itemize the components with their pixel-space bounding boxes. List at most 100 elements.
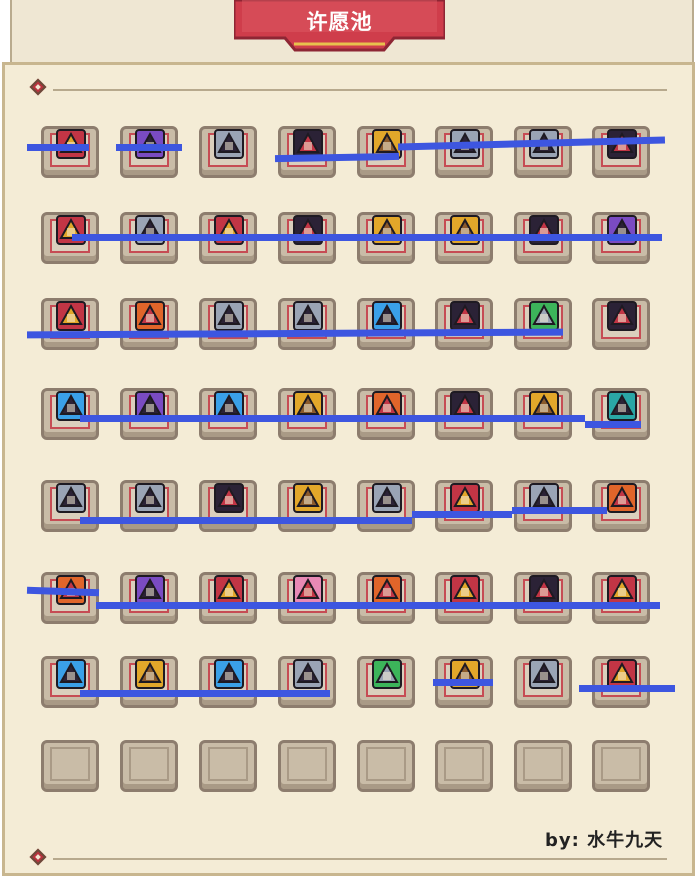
empty-item-slot[interactable] [357, 740, 415, 792]
item-grid [0, 0, 697, 878]
fire-crescent-icon [597, 473, 647, 523]
item-slot[interactable] [357, 388, 415, 440]
item-slot[interactable] [199, 388, 257, 440]
item-slot[interactable] [592, 480, 650, 532]
item-slot[interactable] [592, 656, 650, 708]
item-slot[interactable] [435, 126, 493, 178]
item-slot[interactable] [41, 388, 99, 440]
item-slot[interactable] [435, 298, 493, 350]
blue-crossbow-icon [362, 473, 412, 523]
empty-item-slot[interactable] [120, 740, 178, 792]
item-slot[interactable] [120, 572, 178, 624]
strike-mark [585, 421, 641, 428]
strike-mark [579, 685, 675, 692]
item-slot[interactable] [435, 388, 493, 440]
item-slot[interactable] [120, 656, 178, 708]
item-slot[interactable] [357, 480, 415, 532]
strike-mark [116, 144, 182, 151]
rune-wheel-icon [204, 473, 254, 523]
empty-item-slot[interactable] [278, 740, 336, 792]
golden-shield-icon [440, 649, 490, 699]
purple-box-icon [125, 381, 175, 431]
item-slot[interactable] [514, 480, 572, 532]
author-credit: by: 水牛九天 [545, 830, 664, 851]
slot-frame [601, 747, 641, 781]
item-slot[interactable] [199, 480, 257, 532]
item-slot[interactable] [120, 298, 178, 350]
strike-mark [27, 144, 89, 151]
demon-horn-armor-icon [46, 205, 96, 255]
stone-fist-icon [519, 473, 569, 523]
green-goggles-icon [362, 649, 412, 699]
item-slot[interactable] [278, 480, 336, 532]
golden-trident-icon [283, 473, 333, 523]
item-slot[interactable] [278, 572, 336, 624]
item-slot[interactable] [592, 298, 650, 350]
golden-key-staff-icon [519, 381, 569, 431]
laser-rifle-icon [125, 205, 175, 255]
item-slot[interactable] [120, 126, 178, 178]
strike-mark [412, 511, 512, 518]
bronze-armor-icon [283, 205, 333, 255]
item-slot[interactable] [41, 126, 99, 178]
item-slot[interactable] [592, 126, 650, 178]
item-slot[interactable] [514, 126, 572, 178]
golden-shoulder-armor-icon [362, 205, 412, 255]
golden-boots-icon [283, 381, 333, 431]
item-slot[interactable] [435, 480, 493, 532]
item-slot[interactable] [514, 656, 572, 708]
item-slot[interactable] [120, 388, 178, 440]
item-slot[interactable] [199, 126, 257, 178]
slot-frame [129, 747, 169, 781]
item-slot[interactable] [199, 298, 257, 350]
dark-wing-blade-icon [519, 205, 569, 255]
strike-mark [72, 234, 662, 241]
item-slot[interactable] [41, 480, 99, 532]
slot-frame [50, 747, 90, 781]
gold-orb-staff-icon [440, 205, 490, 255]
empty-item-slot[interactable] [514, 740, 572, 792]
item-slot[interactable] [357, 126, 415, 178]
item-slot[interactable] [278, 298, 336, 350]
strike-mark [512, 507, 607, 514]
strike-mark [80, 517, 412, 524]
item-slot[interactable] [41, 298, 99, 350]
horned-crown-icon [597, 291, 647, 341]
strike-mark [80, 690, 330, 697]
item-slot[interactable] [514, 572, 572, 624]
item-slot[interactable] [514, 298, 572, 350]
slot-frame [523, 747, 563, 781]
item-slot[interactable] [357, 572, 415, 624]
strike-mark [96, 602, 660, 609]
item-slot[interactable] [357, 656, 415, 708]
steel-hammer-icon [125, 473, 175, 523]
dual-blade-icon [440, 381, 490, 431]
slot-frame [366, 747, 406, 781]
item-slot[interactable] [120, 480, 178, 532]
strike-mark [80, 415, 585, 422]
item-slot[interactable] [278, 126, 336, 178]
slot-frame [208, 747, 248, 781]
empty-item-slot[interactable] [592, 740, 650, 792]
item-slot[interactable] [199, 656, 257, 708]
item-slot[interactable] [278, 656, 336, 708]
slot-frame [287, 747, 327, 781]
orange-crystal-icon [362, 381, 412, 431]
empty-item-slot[interactable] [199, 740, 257, 792]
item-slot[interactable] [435, 572, 493, 624]
empty-item-slot[interactable] [435, 740, 493, 792]
item-slot[interactable] [41, 656, 99, 708]
item-slot[interactable] [278, 388, 336, 440]
stone-gauntlet-icon [46, 473, 96, 523]
item-slot[interactable] [592, 572, 650, 624]
item-slot[interactable] [514, 388, 572, 440]
item-slot[interactable] [199, 572, 257, 624]
purple-halo-icon [597, 205, 647, 255]
reaper-scythe-icon [519, 649, 569, 699]
empty-item-slot[interactable] [41, 740, 99, 792]
item-slot[interactable] [41, 572, 99, 624]
item-slot[interactable] [357, 298, 415, 350]
slot-frame [444, 747, 484, 781]
item-slot[interactable] [592, 388, 650, 440]
blue-device-icon [204, 381, 254, 431]
